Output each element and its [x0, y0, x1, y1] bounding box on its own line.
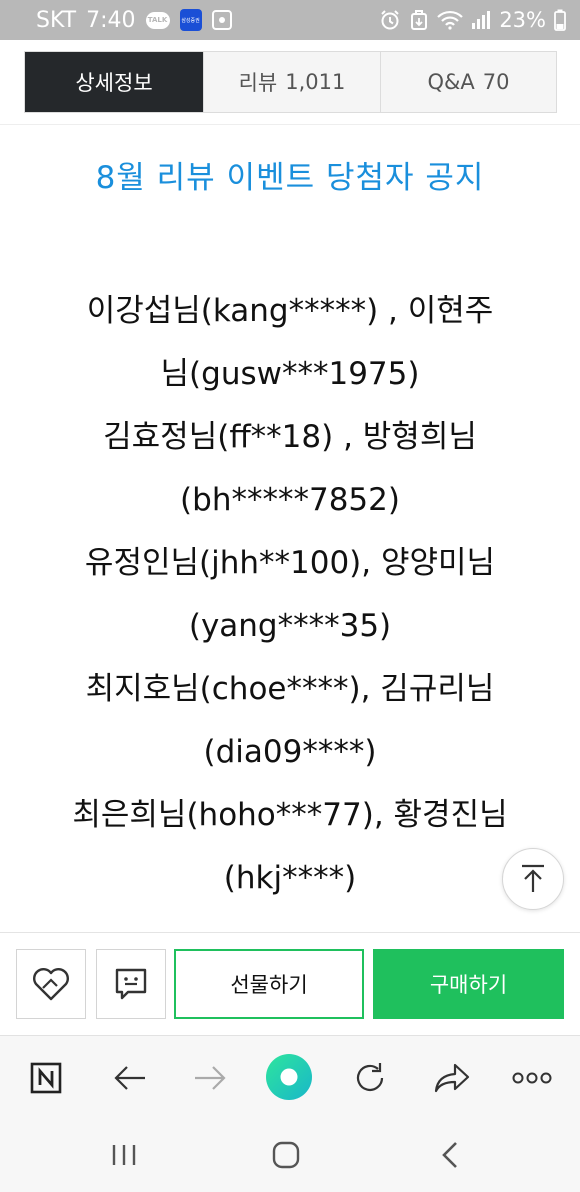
- talk-talk-button[interactable]: [96, 949, 166, 1019]
- green-dot-button[interactable]: [262, 1050, 316, 1104]
- home-icon: [272, 1141, 300, 1169]
- winner-line: (hkj****): [223, 860, 357, 896]
- kakaotalk-icon: TALK: [145, 11, 170, 29]
- nav-back-button[interactable]: [430, 1135, 470, 1175]
- naver-n-icon: [30, 1062, 62, 1094]
- buy-button[interactable]: 구매하기: [373, 949, 564, 1019]
- scroll-to-top-button[interactable]: [502, 848, 564, 910]
- divider: [0, 124, 580, 125]
- winner-line: (dia09****): [203, 734, 377, 770]
- back-icon: [442, 1142, 457, 1168]
- winner-line: 김효정님(ff**18) , 방형희님: [103, 419, 477, 455]
- back-arrow-icon: [114, 1066, 145, 1090]
- tab-label: 리뷰: [238, 71, 278, 95]
- notice-title: 8월 리뷰 이벤트 당첨자 공지: [95, 160, 485, 196]
- status-carrier: SKT: [36, 7, 77, 33]
- tab-detail-info[interactable]: 상세정보: [25, 52, 204, 112]
- product-tabs: 상세정보 리뷰 1,011 Q&A 70: [24, 51, 557, 113]
- forward-button[interactable]: [188, 1056, 232, 1100]
- tab-reviews[interactable]: 리뷰 1,011: [204, 52, 381, 112]
- wifi-icon: [437, 10, 464, 30]
- winner-line: 최은희님(hoho***77), 황경진님: [72, 797, 508, 833]
- alarm-icon: [379, 9, 401, 31]
- status-left: SKT 7:40 TALK 삼성증권: [36, 8, 232, 33]
- wish-button[interactable]: [16, 949, 86, 1019]
- winner-line: 유정인님(jhh**100), 양양미님: [84, 545, 496, 581]
- gift-button[interactable]: 선물하기: [174, 949, 364, 1019]
- share-icon: [434, 1063, 470, 1093]
- tab-count: 1,011: [285, 70, 346, 94]
- tab-label: 상세정보: [75, 71, 153, 95]
- system-nav-bar: [0, 1117, 580, 1192]
- winner-list: 이강섭님(kang*****) , 이현주 님(gusw***1975) 김효정…: [20, 280, 560, 910]
- tab-count: 70: [482, 70, 510, 94]
- talk-badge-text: TALK: [147, 16, 168, 24]
- talk-bubble-icon: [115, 968, 147, 1000]
- status-right: 23%: [379, 8, 566, 32]
- app-badge-text: 삼성증권: [181, 17, 200, 24]
- purchase-bar: 선물하기 구매하기: [0, 932, 580, 1034]
- winner-line: (yang****35): [188, 608, 392, 644]
- more-button[interactable]: [510, 1056, 554, 1100]
- naver-home-button[interactable]: [24, 1056, 68, 1100]
- winner-line: (bh*****7852): [180, 482, 400, 518]
- refresh-button[interactable]: [348, 1056, 392, 1100]
- tab-label: Q&A: [427, 70, 475, 94]
- back-button[interactable]: [108, 1056, 152, 1100]
- heart-wish-icon: [33, 968, 69, 1001]
- recent-apps-icon: [112, 1145, 136, 1165]
- winner-line: 최지호님(choe****), 김규리님: [85, 671, 495, 707]
- more-icon: [512, 1072, 552, 1084]
- status-time: 7:40: [86, 7, 136, 33]
- status-bar: SKT 7:40 TALK 삼성증권 23%: [0, 0, 580, 40]
- battery-icon: [554, 9, 566, 31]
- winner-line: 이강섭님(kang*****) , 이현주: [86, 293, 494, 329]
- green-dot-icon: [266, 1054, 312, 1100]
- signal-icon: [471, 10, 491, 30]
- recent-apps-button[interactable]: [104, 1135, 144, 1175]
- winner-line: 님(gusw***1975): [160, 356, 420, 392]
- arrow-up-icon: [522, 864, 544, 892]
- forward-arrow-icon: [195, 1066, 226, 1090]
- refresh-icon: [356, 1063, 384, 1091]
- browser-toolbar: [0, 1035, 580, 1117]
- tab-qna[interactable]: Q&A 70: [381, 52, 556, 112]
- gallery-icon: [211, 10, 232, 30]
- recycle-icon: [409, 9, 429, 31]
- battery-percentage: 23%: [499, 8, 546, 32]
- home-button[interactable]: [266, 1135, 306, 1175]
- share-button[interactable]: [430, 1056, 474, 1100]
- samsung-securities-icon: 삼성증권: [179, 9, 202, 31]
